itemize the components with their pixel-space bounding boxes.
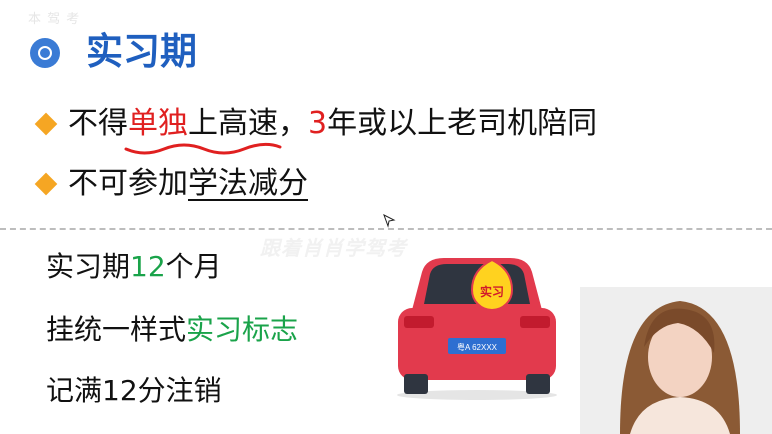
- emphasis-years: 3: [308, 106, 328, 141]
- diamond-bullet-icon: [34, 112, 58, 136]
- license-plate: 粤A 62XXX: [457, 342, 498, 352]
- bullet-points-deduction: 不可参加学法减分: [34, 164, 308, 204]
- intern-sign-text: 实习: [480, 284, 504, 299]
- bullet-text: 不可参加学法减分: [68, 166, 308, 201]
- info-sign: 挂统一样式实习标志: [46, 313, 299, 346]
- info-cancel: 记满12分注销: [46, 374, 222, 407]
- info-period: 实习期12个月: [46, 250, 222, 283]
- page-title: 实习期: [86, 30, 197, 73]
- diamond-bullet-icon: [34, 172, 58, 196]
- section-divider: [0, 228, 772, 230]
- presenter-avatar: [580, 287, 772, 434]
- top-watermark: 本 驾 考: [28, 12, 81, 27]
- mouse-cursor-icon: [383, 214, 396, 228]
- target-icon: [30, 38, 60, 68]
- underlined-text: 学法减分: [188, 166, 308, 201]
- bullet-text: 不得单独上高速，3年或以上老司机陪同: [68, 106, 598, 141]
- red-squiggle-underline: [124, 142, 282, 155]
- emphasis-alone: 单独: [128, 106, 188, 141]
- car-illustration: 粤A 62XXX 实习: [397, 258, 557, 400]
- presenter-video: [580, 287, 772, 434]
- bullet-highway: 不得单独上高速，3年或以上老司机陪同: [34, 104, 598, 144]
- watermark: 跟着肖肖学驾考: [260, 236, 407, 260]
